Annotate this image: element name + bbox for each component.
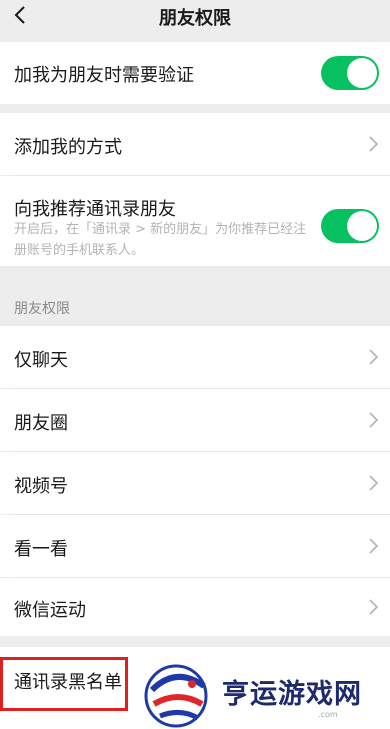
permission-row-chat-only[interactable]: 仅聊天 — [0, 326, 390, 388]
permission-label: 视频号 — [14, 476, 68, 497]
watermark-suffix: .com — [318, 710, 338, 719]
recommend-row[interactable]: 向我推荐通讯录朋友 开启后，在「通讯录 > 新的朋友」为你推荐已经注册账号的手机… — [0, 176, 390, 266]
chevron-right-icon — [369, 475, 379, 491]
toggle-knob — [347, 211, 377, 241]
verify-toggle[interactable] — [321, 56, 379, 90]
permission-label: 朋友圈 — [14, 413, 68, 434]
chevron-right-icon — [369, 349, 379, 365]
watermark-logo-icon — [144, 664, 208, 728]
navigation-bar: 朋友权限 — [0, 0, 390, 36]
recommend-description: 开启后，在「通讯录 > 新的朋友」为你推荐已经注册账号的手机联系人。 — [14, 222, 307, 258]
permission-label: 看一看 — [14, 539, 68, 560]
permission-label: 仅聊天 — [14, 350, 68, 371]
recommend-toggle[interactable] — [321, 209, 379, 243]
highlight-box — [0, 657, 128, 711]
watermark: 亨运游戏网 .com — [140, 660, 390, 729]
watermark-text: 亨运游戏网 — [222, 679, 362, 710]
chevron-right-icon — [369, 538, 379, 554]
page-title: 朋友权限 — [159, 8, 231, 29]
verify-label: 加我为朋友时需要验证 — [14, 65, 194, 86]
permission-row-top-stories[interactable]: 看一看 — [0, 515, 390, 577]
permission-label: 微信运动 — [14, 600, 86, 621]
chevron-right-icon — [369, 599, 379, 615]
add-method-label: 添加我的方式 — [14, 137, 122, 158]
chevron-right-icon — [369, 136, 379, 152]
recommend-label: 向我推荐通讯录朋友 — [14, 199, 176, 220]
verify-row[interactable]: 加我为朋友时需要验证 — [0, 42, 390, 104]
chevron-right-icon — [369, 412, 379, 428]
permission-row-channels[interactable]: 视频号 — [0, 452, 390, 514]
permission-row-moments[interactable]: 朋友圈 — [0, 389, 390, 451]
section-title: 朋友权限 — [14, 301, 70, 317]
permission-row-werun[interactable]: 微信运动 — [0, 578, 390, 636]
toggle-knob — [347, 58, 377, 88]
add-method-row[interactable]: 添加我的方式 — [0, 113, 390, 175]
